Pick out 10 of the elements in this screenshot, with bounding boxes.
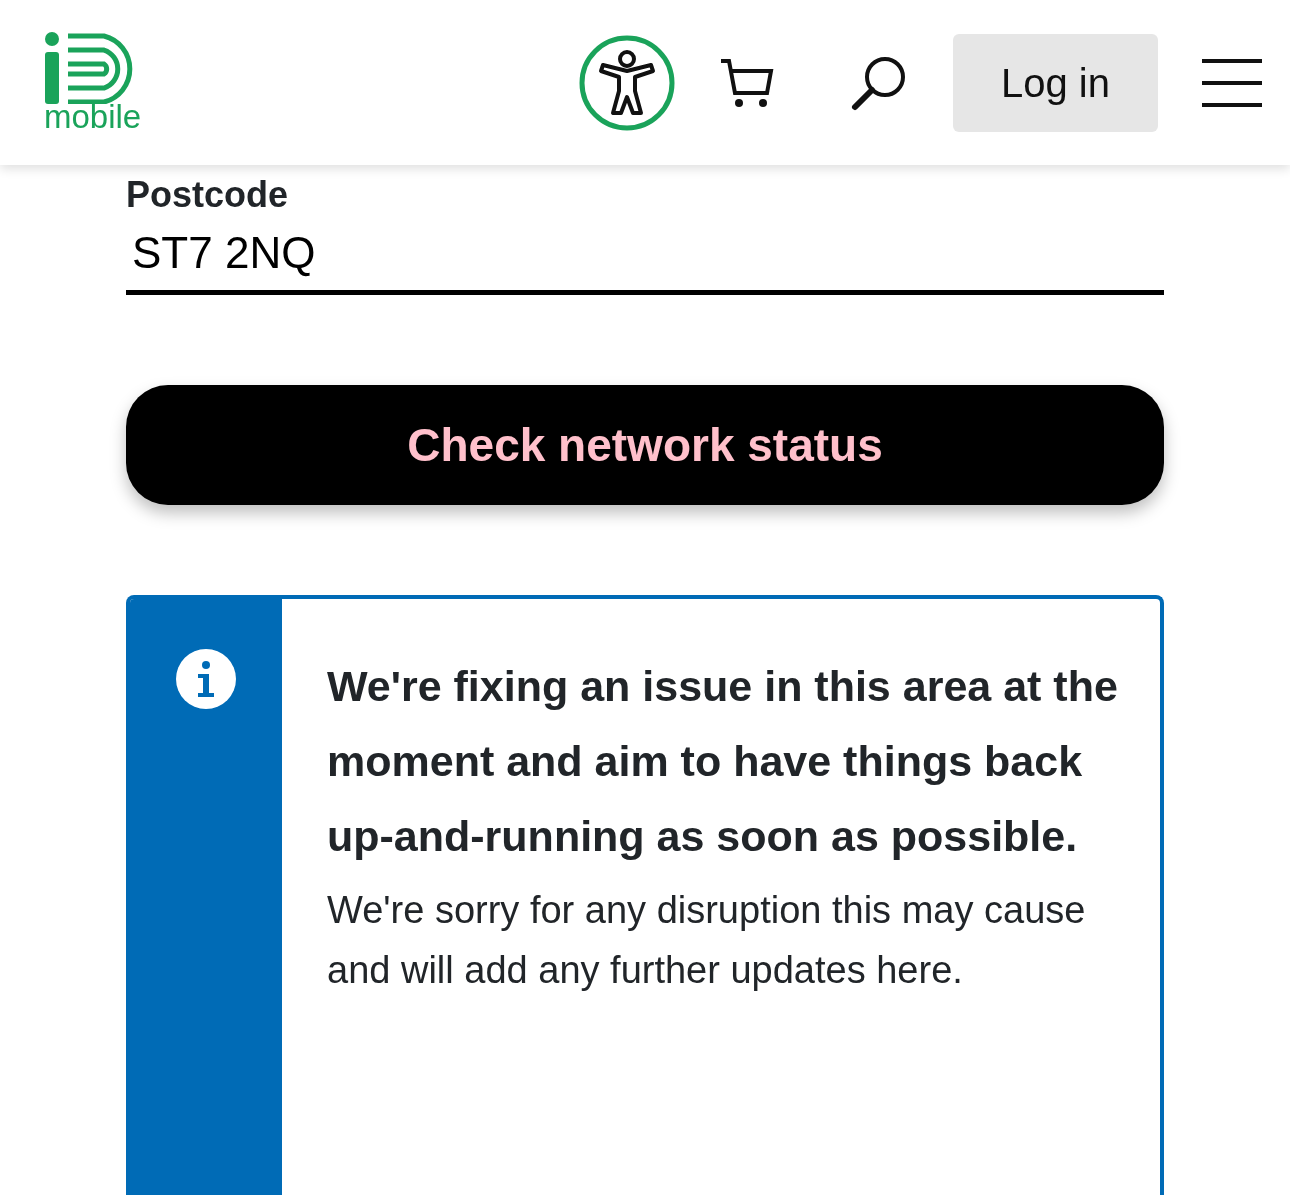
- login-button[interactable]: Log in: [953, 33, 1158, 132]
- accessibility-icon[interactable]: [579, 34, 675, 131]
- postcode-field[interactable]: ST7 2NQ: [126, 216, 1164, 296]
- menu-icon[interactable]: [1202, 58, 1262, 107]
- postcode-label: Postcode: [126, 173, 290, 217]
- logo-text: mobile: [44, 100, 142, 133]
- alert-heading: We're fixing an issue in this area at the moment and aim to have things back up-and-running as soon as possible.: [327, 661, 1119, 863]
- alert-message: We're sorry for any disruption this may cause and will add any further updates here.: [327, 888, 1087, 994]
- check-status-button[interactable]: Check network status: [126, 385, 1164, 506]
- info-icon: [176, 649, 236, 710]
